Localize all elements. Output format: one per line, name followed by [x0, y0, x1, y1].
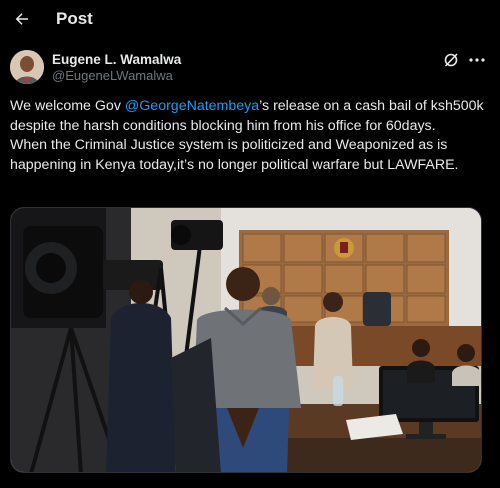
tweet-text-part-1: We welcome Gov [10, 98, 125, 114]
tweet-text-part-3: When the Criminal Justice system is poli… [10, 137, 459, 173]
courtroom-photo [11, 208, 481, 472]
author-handle[interactable]: @EugeneLWamalwa [52, 68, 181, 84]
back-button[interactable] [8, 5, 36, 33]
avatar[interactable] [10, 50, 44, 84]
mention-link[interactable]: @GeorgeNatembeya [125, 98, 259, 114]
more-horizontal-icon[interactable] [468, 52, 488, 68]
tweet-text: We welcome Gov @GeorgeNatembeya’s releas… [10, 97, 494, 175]
page-title: Post [56, 9, 93, 28]
top-bar: Post [0, 0, 500, 38]
author-display-name[interactable]: Eugene L. Wamalwa [52, 52, 181, 68]
tweet-photo[interactable] [10, 207, 482, 473]
avatar-image [10, 50, 44, 84]
arrow-left-icon [15, 13, 28, 25]
grok-slash-icon[interactable] [443, 52, 459, 68]
author-names: Eugene L. Wamalwa @EugeneLWamalwa [52, 52, 181, 84]
author-row: Eugene L. Wamalwa @EugeneLWamalwa [10, 50, 490, 88]
